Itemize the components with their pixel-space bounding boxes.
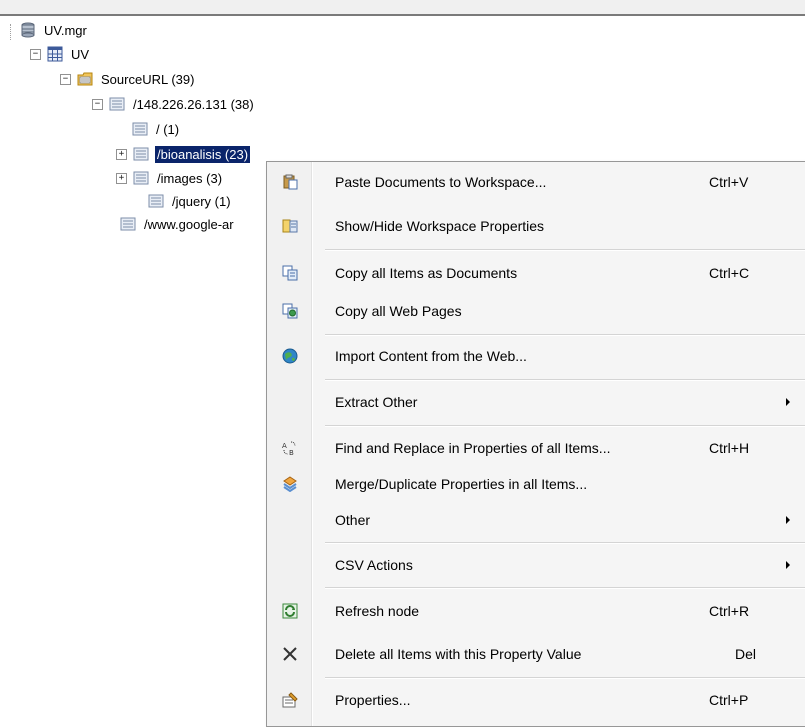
copy-web-pages-icon <box>282 303 298 319</box>
expand-icon[interactable]: + <box>116 172 127 184</box>
menu-item-label: Extract Other <box>335 394 418 410</box>
window-top-bar <box>0 0 805 16</box>
collapse-icon[interactable]: − <box>92 98 103 110</box>
menu-item-label: Refresh node <box>335 603 420 619</box>
find-replace-icon: A B <box>282 440 298 457</box>
menu-item-find-replace[interactable]: A B Find and Replace in Properties of al… <box>269 430 805 466</box>
workspace-properties-icon <box>282 218 298 234</box>
menu-item-shortcut: Ctrl+V <box>709 174 749 190</box>
menu-separator <box>325 677 805 679</box>
tree-node-google[interactable]: /www.google-ar <box>120 214 236 234</box>
menu-item-label: Copy all Items as Documents <box>335 265 518 281</box>
submenu-arrow-icon <box>786 398 790 406</box>
tree-node-jquery[interactable]: /jquery (1) <box>148 191 233 211</box>
tree-root-label: UV.mgr <box>44 22 87 38</box>
tree-node-label: /jquery (1) <box>172 193 231 209</box>
merge-icon <box>282 476 298 493</box>
collapse-icon[interactable]: − <box>60 73 71 85</box>
menu-item-label: Merge/Duplicate Properties in all Items.… <box>335 476 588 492</box>
paste-icon <box>282 174 298 190</box>
menu-separator <box>325 379 805 381</box>
copy-documents-icon <box>282 265 298 281</box>
menu-item-shortcut: Ctrl+C <box>709 265 750 281</box>
list-icon <box>109 96 125 112</box>
menu-item-csv-actions[interactable]: CSV Actions <box>269 547 805 583</box>
folder-icon <box>77 71 93 87</box>
tree-node-label: UV <box>71 46 90 62</box>
list-icon <box>133 146 149 162</box>
menu-item-label: Copy all Web Pages <box>335 303 462 319</box>
list-icon <box>133 170 149 186</box>
menu-item-copy-web-pages[interactable]: Copy all Web Pages <box>269 293 805 329</box>
expand-icon[interactable]: + <box>116 148 127 160</box>
menu-item-label: Import Content from the Web... <box>335 348 527 364</box>
list-icon <box>148 193 164 209</box>
menu-separator <box>325 542 805 544</box>
menu-item-label: Paste Documents to Workspace... <box>335 174 547 190</box>
tree-node-label: /www.google-ar <box>144 216 234 232</box>
menu-item-label: Other <box>335 512 371 528</box>
tree-node-label: /bioanalisis (23) <box>155 145 251 163</box>
globe-icon <box>282 348 298 364</box>
menu-item-merge-duplicate[interactable]: Merge/Duplicate Properties in all Items.… <box>269 466 805 502</box>
menu-item-delete-all[interactable]: Delete all Items with this Property Valu… <box>269 636 805 672</box>
submenu-arrow-icon <box>786 561 790 569</box>
tree-node-bioanalisis[interactable]: + /bioanalisis (23) <box>116 144 251 164</box>
collapse-icon[interactable]: − <box>30 48 41 60</box>
menu-item-other[interactable]: Other <box>269 502 805 538</box>
menu-item-shortcut: Ctrl+H <box>709 440 750 456</box>
refresh-icon <box>282 603 298 619</box>
menu-item-label: Properties... <box>335 692 411 708</box>
menu-item-copy-documents[interactable]: Copy all Items as Documents Ctrl+C <box>269 255 805 291</box>
menu-item-refresh-node[interactable]: Refresh node Ctrl+R <box>269 593 805 629</box>
tree-node-root-path[interactable]: / (1) <box>132 119 181 139</box>
svg-text:B: B <box>289 449 294 456</box>
submenu-arrow-icon <box>786 516 790 524</box>
tree-node-uv[interactable]: − UV <box>30 44 91 64</box>
tree-root[interactable]: UV.mgr <box>20 20 89 40</box>
tree-node-ip[interactable]: − /148.226.26.131 (38) <box>92 94 256 114</box>
svg-text:A: A <box>282 442 287 450</box>
menu-separator <box>325 249 805 251</box>
tree-node-images[interactable]: + /images (3) <box>116 168 224 188</box>
menu-item-show-hide-properties[interactable]: Show/Hide Workspace Properties <box>269 208 805 244</box>
menu-item-shortcut: Del <box>735 646 757 662</box>
context-menu[interactable]: Paste Documents to Workspace... Ctrl+V S… <box>266 161 805 727</box>
tree-node-label: /images (3) <box>157 170 223 186</box>
menu-item-properties[interactable]: Properties... Ctrl+P <box>269 682 805 718</box>
list-icon <box>132 121 148 137</box>
menu-item-label: CSV Actions <box>335 557 413 573</box>
delete-icon <box>282 646 298 662</box>
menu-item-import-web[interactable]: Import Content from the Web... <box>269 338 805 374</box>
menu-item-label: Delete all Items with this Property Valu… <box>335 646 582 662</box>
menu-separator <box>325 334 805 336</box>
tree-node-label: SourceURL (39) <box>101 71 195 87</box>
menu-item-extract-other[interactable]: Extract Other <box>269 384 805 420</box>
database-icon <box>20 22 36 38</box>
tree-node-label: /148.226.26.131 (38) <box>133 96 254 112</box>
menu-item-shortcut: Ctrl+R <box>709 603 750 619</box>
menu-item-paste-documents[interactable]: Paste Documents to Workspace... Ctrl+V <box>269 164 805 200</box>
list-icon <box>120 216 136 232</box>
menu-item-label: Find and Replace in Properties of all It… <box>335 440 611 456</box>
menu-separator <box>325 425 805 427</box>
tree-connector-line <box>10 24 11 40</box>
menu-item-label: Show/Hide Workspace Properties <box>335 218 545 234</box>
menu-separator <box>325 587 805 589</box>
tree-node-label: / (1) <box>156 121 180 137</box>
properties-icon <box>282 692 298 708</box>
tree-node-sourceurl[interactable]: − SourceURL (39) <box>60 69 196 89</box>
table-icon <box>47 46 63 62</box>
menu-item-shortcut: Ctrl+P <box>709 692 749 708</box>
